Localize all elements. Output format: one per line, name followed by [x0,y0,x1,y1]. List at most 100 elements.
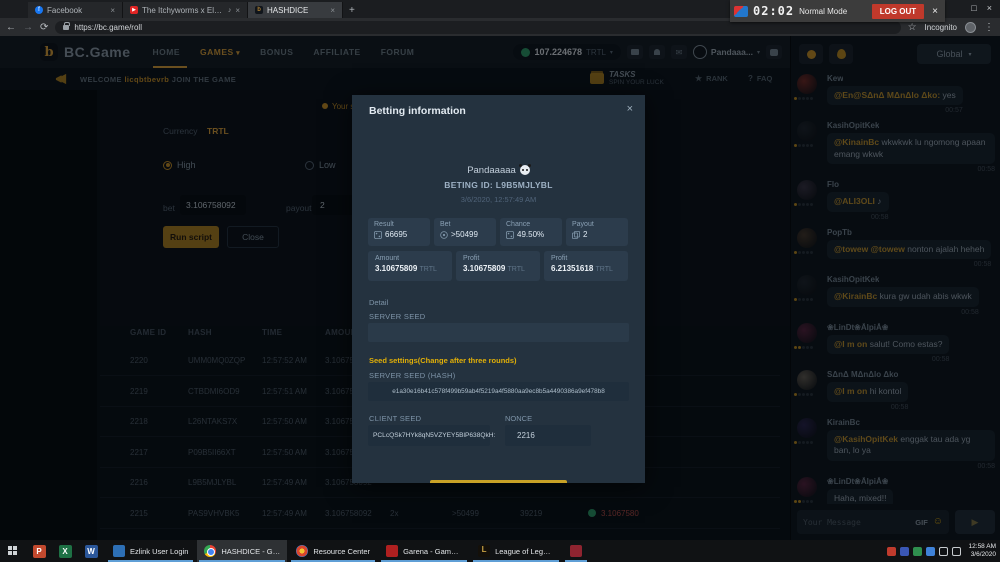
start-button[interactable] [0,540,26,562]
bcgame-icon: b [255,6,263,14]
network-icon[interactable] [939,547,948,556]
onedrive-icon[interactable] [926,547,935,556]
garena-icon [386,545,398,557]
tab-close-icon[interactable]: × [110,6,115,15]
nonce-input[interactable]: 2216 [505,425,591,446]
url-bar[interactable]: https://bc.game/roll [55,21,900,34]
amount-unit: TRTL [420,266,437,273]
server-seed-label: SERVER SEED [369,312,426,321]
taskbar-button[interactable]: L League of Legends [471,540,561,562]
pinned-app-icon [570,545,582,557]
word-icon: W [85,545,98,558]
stat-value-text: 49.50% [517,230,544,239]
stat-card-result: Result66695 [368,218,430,246]
page-content: b BC.Game HOMEGAMES ▾BONUSAFFILIATEFORUM… [0,36,1000,540]
taskbar-button[interactable]: Garena - Game Cen... [379,540,469,562]
taskbar-button-label: Resource Center [313,547,370,556]
taskbar-button-label: League of Legends [495,547,554,556]
stat-value-text: >50499 [451,230,478,239]
seed-settings-label: Seed settings(Change after three rounds) [369,356,517,365]
stat-card-bet: Bet >50499 [434,218,496,246]
menu-dots-icon[interactable]: ⋮ [984,22,994,33]
timer-mode-label: Normal Mode [799,7,867,16]
excel-icon: X [59,545,72,558]
browser-tab[interactable]: f Facebook × [28,2,123,18]
refresh-icon[interactable]: ⟳ [40,22,48,33]
powerpoint-button[interactable]: P [26,540,52,562]
forward-icon[interactable]: → [23,22,33,33]
stat-value: 2 [572,230,622,239]
browser-tab[interactable]: b HASHDICE × [248,2,343,18]
taskbar-button-label: Garena - Game Cen... [403,547,462,556]
chrome-icon [204,545,216,557]
betting-info-modal: Betting information × Pandaaaaa BETING I… [352,95,645,483]
stat-cards-row: Result66695Bet>50499Chance49.50%Payout2 [368,218,629,246]
tab-close-icon[interactable]: × [235,6,240,15]
excel-button[interactable]: X [52,540,78,562]
window-close-button[interactable]: × [987,3,992,13]
youtube-icon: ▶ [130,6,138,14]
taskbar-button[interactable] [563,540,589,562]
bookmark-star-icon[interactable]: ☆ [908,22,917,33]
league-icon: L [478,545,490,557]
tab-title: HASHDICE [267,6,326,15]
lock-icon [63,25,69,30]
bet-id: BETING ID: L9B5MJLYBL [352,180,645,190]
browser-tabstrip: fFacebook×▶The Itchyworms x Ely Buend♪×b… [0,0,1000,18]
incognito-avatar[interactable] [965,22,976,33]
taskbar-button-label: HASHDICE - Googl... [221,547,280,556]
server-seed-hash-label: SERVER SEED (HASH) [369,371,456,380]
amount-cards-row: Amount3.10675809 TRTLProfit3.10675809 TR… [368,251,629,281]
amount-value: 3.10675809 TRTL [375,264,445,273]
player-name[interactable]: Pandaaaaa [352,165,645,176]
stat-value-text: 2 [583,230,587,239]
facebook-icon: f [35,6,43,14]
logout-button[interactable]: LOG OUT [872,4,924,19]
windows-start-icon [8,546,18,556]
stat-value-text: 66695 [385,230,407,239]
modal-close-icon[interactable]: × [627,103,633,115]
stat-value: 49.50% [506,230,556,239]
taskbar-button[interactable]: HASHDICE - Googl... [197,540,287,562]
tray-app-icon[interactable] [900,547,909,556]
speaker-icon[interactable] [952,547,961,556]
incognito-label: Incognito [925,23,957,32]
tray-app-icon[interactable] [913,547,922,556]
tray-app-icon[interactable] [887,547,896,556]
modal-bottom-button[interactable] [430,480,567,483]
amount-unit: TRTL [596,266,613,273]
dice-icon [506,231,514,239]
stat-label: Bet [440,221,490,228]
resource-icon [296,545,308,557]
cards-icon [572,231,580,239]
taskbar-button-label: Ezlink User Login [130,547,188,556]
stat-card-payout: Payout2 [566,218,628,246]
timer-logo-icon [734,6,748,17]
tab-title: Facebook [47,6,106,15]
amount-value: 3.10675809 TRTL [463,264,533,273]
back-icon[interactable]: ← [6,22,16,33]
nonce-label: NONCE [505,414,532,423]
new-tab-button[interactable]: + [349,5,355,16]
detail-label: Detail [369,298,388,307]
amount-label: Profit [551,255,621,262]
word-button[interactable]: W [78,540,104,562]
tab-audio-icon: ♪ [228,7,232,14]
browser-tab[interactable]: ▶ The Itchyworms x Ely Buend ♪× [123,2,248,18]
server-seed-hash-input[interactable]: e1a30e16b41c578f499b59ab4f5219a4f5880aa9… [368,382,629,401]
window-maximize-button[interactable]: □ [971,3,976,13]
tab-title: The Itchyworms x Ely Buend [142,6,224,15]
server-seed-input[interactable] [368,323,629,342]
bet-date: 3/6/2020, 12:57:49 AM [352,195,645,204]
taskbar-button[interactable]: Resource Center [289,540,377,562]
tab-close-icon[interactable]: × [330,6,335,15]
timer-close-icon[interactable]: × [929,6,941,17]
timer-time: 02:02 [753,4,794,18]
url-text: https://bc.game/roll [74,23,142,32]
taskbar-button[interactable]: Ezlink User Login [106,540,195,562]
system-tray: 12:58 AM 3/6/2020 [887,540,1000,562]
target-icon [440,231,448,239]
taskbar-clock[interactable]: 12:58 AM 3/6/2020 [969,543,996,560]
client-seed-input[interactable]: PCLcQSk7HYk8qN5VZYEY5BlP638QkH: [368,425,490,446]
screen: fFacebook×▶The Itchyworms x Ely Buend♪×b… [0,0,1000,562]
